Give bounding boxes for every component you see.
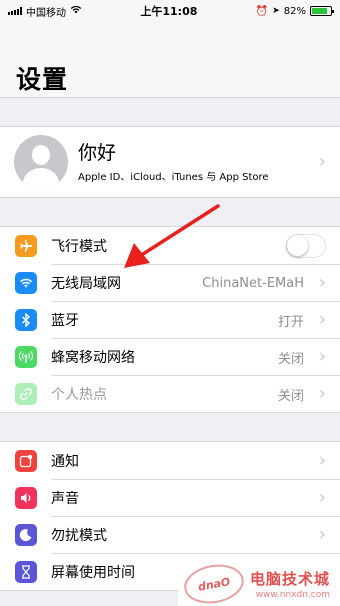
watermark-url: www.nnxdn.com (255, 590, 331, 600)
profile-group: 你好 Apple ID、iCloud、iTunes 与 App Store › (0, 126, 340, 198)
watermark-logo: dnaO (181, 560, 247, 606)
status-bar: 中国移动 上午11:08 ⏰ ➤ 82% (0, 0, 340, 22)
alarm-icon: ⏰ (255, 5, 269, 17)
page-title: 设置 (16, 65, 69, 94)
location-icon: ➤ (272, 6, 280, 16)
settings-row-wifi[interactable]: 无线局域网 ChinaNet-EMaH › (0, 264, 340, 301)
apple-id-profile-row[interactable]: 你好 Apple ID、iCloud、iTunes 与 App Store › (0, 127, 340, 197)
signal-icon (8, 7, 22, 15)
hotspot-status: 关闭 (277, 388, 304, 404)
cellular-status: 关闭 (277, 351, 304, 367)
row-label: 蓝牙 (51, 313, 79, 329)
settings-row-do-not-disturb[interactable]: 勿扰模式 › (0, 516, 340, 553)
cellular-icon (15, 345, 37, 368)
profile-subtitle: Apple ID、iCloud、iTunes 与 App Store (78, 172, 269, 183)
sound-icon (15, 486, 37, 509)
chevron-right-icon: › (318, 272, 326, 293)
row-label: 飞行模式 (51, 238, 107, 255)
settings-row-sounds[interactable]: 声音 › (0, 479, 340, 516)
row-label: 通知 (51, 453, 79, 470)
row-label: 个人热点 (51, 387, 107, 403)
settings-row-bluetooth[interactable]: 蓝牙 打开 › (0, 301, 340, 338)
moon-icon (15, 523, 37, 546)
navigation-header: 设置 (0, 22, 340, 98)
hotspot-icon (15, 382, 37, 405)
airplane-mode-toggle[interactable] (286, 233, 326, 258)
battery-fill (312, 8, 327, 14)
chevron-right-icon: › (318, 487, 326, 508)
bluetooth-status: 打开 (277, 314, 304, 330)
hourglass-icon (15, 560, 37, 583)
notifications-icon (15, 449, 37, 472)
wifi-status-icon (70, 5, 82, 17)
wifi-network-name: ChinaNet-EMaH (202, 275, 304, 291)
watermark-title: 电脑技术城 (250, 570, 331, 588)
airplane-icon (15, 234, 37, 257)
row-label: 无线局域网 (51, 276, 121, 292)
battery-icon (310, 6, 334, 16)
bluetooth-icon (15, 308, 37, 331)
chevron-right-icon: › (318, 309, 326, 330)
profile-name: 你好 (78, 142, 117, 164)
chevron-right-icon: › (318, 346, 326, 367)
row-label: 声音 (51, 491, 79, 507)
status-time: 上午11:08 (140, 5, 198, 18)
site-watermark: dnaO 电脑技术城 www.nnxdn.com (178, 560, 340, 606)
carrier-label: 中国移动 (26, 7, 66, 19)
battery-percent: 82% (283, 5, 306, 17)
settings-row-airplane-mode[interactable]: 飞行模式 (0, 227, 340, 264)
chevron-right-icon: › (318, 383, 326, 404)
settings-row-notifications[interactable]: 通知 › (0, 442, 340, 479)
chevron-right-icon: › (318, 524, 326, 545)
avatar (14, 135, 68, 189)
row-label: 蜂窝移动网络 (51, 350, 135, 366)
chevron-right-icon: › (318, 449, 326, 471)
wifi-icon (15, 271, 37, 294)
settings-row-cellular[interactable]: 蜂窝移动网络 关闭 › (0, 338, 340, 375)
row-label: 勿扰模式 (51, 528, 107, 544)
network-settings-group: 飞行模式 无线局域网 ChinaNet-EMaH › 蓝牙 打开 › 蜂窝移动网… (0, 226, 340, 413)
settings-row-personal-hotspot[interactable]: 个人热点 关闭 › (0, 375, 340, 412)
chevron-right-icon: › (318, 151, 326, 172)
